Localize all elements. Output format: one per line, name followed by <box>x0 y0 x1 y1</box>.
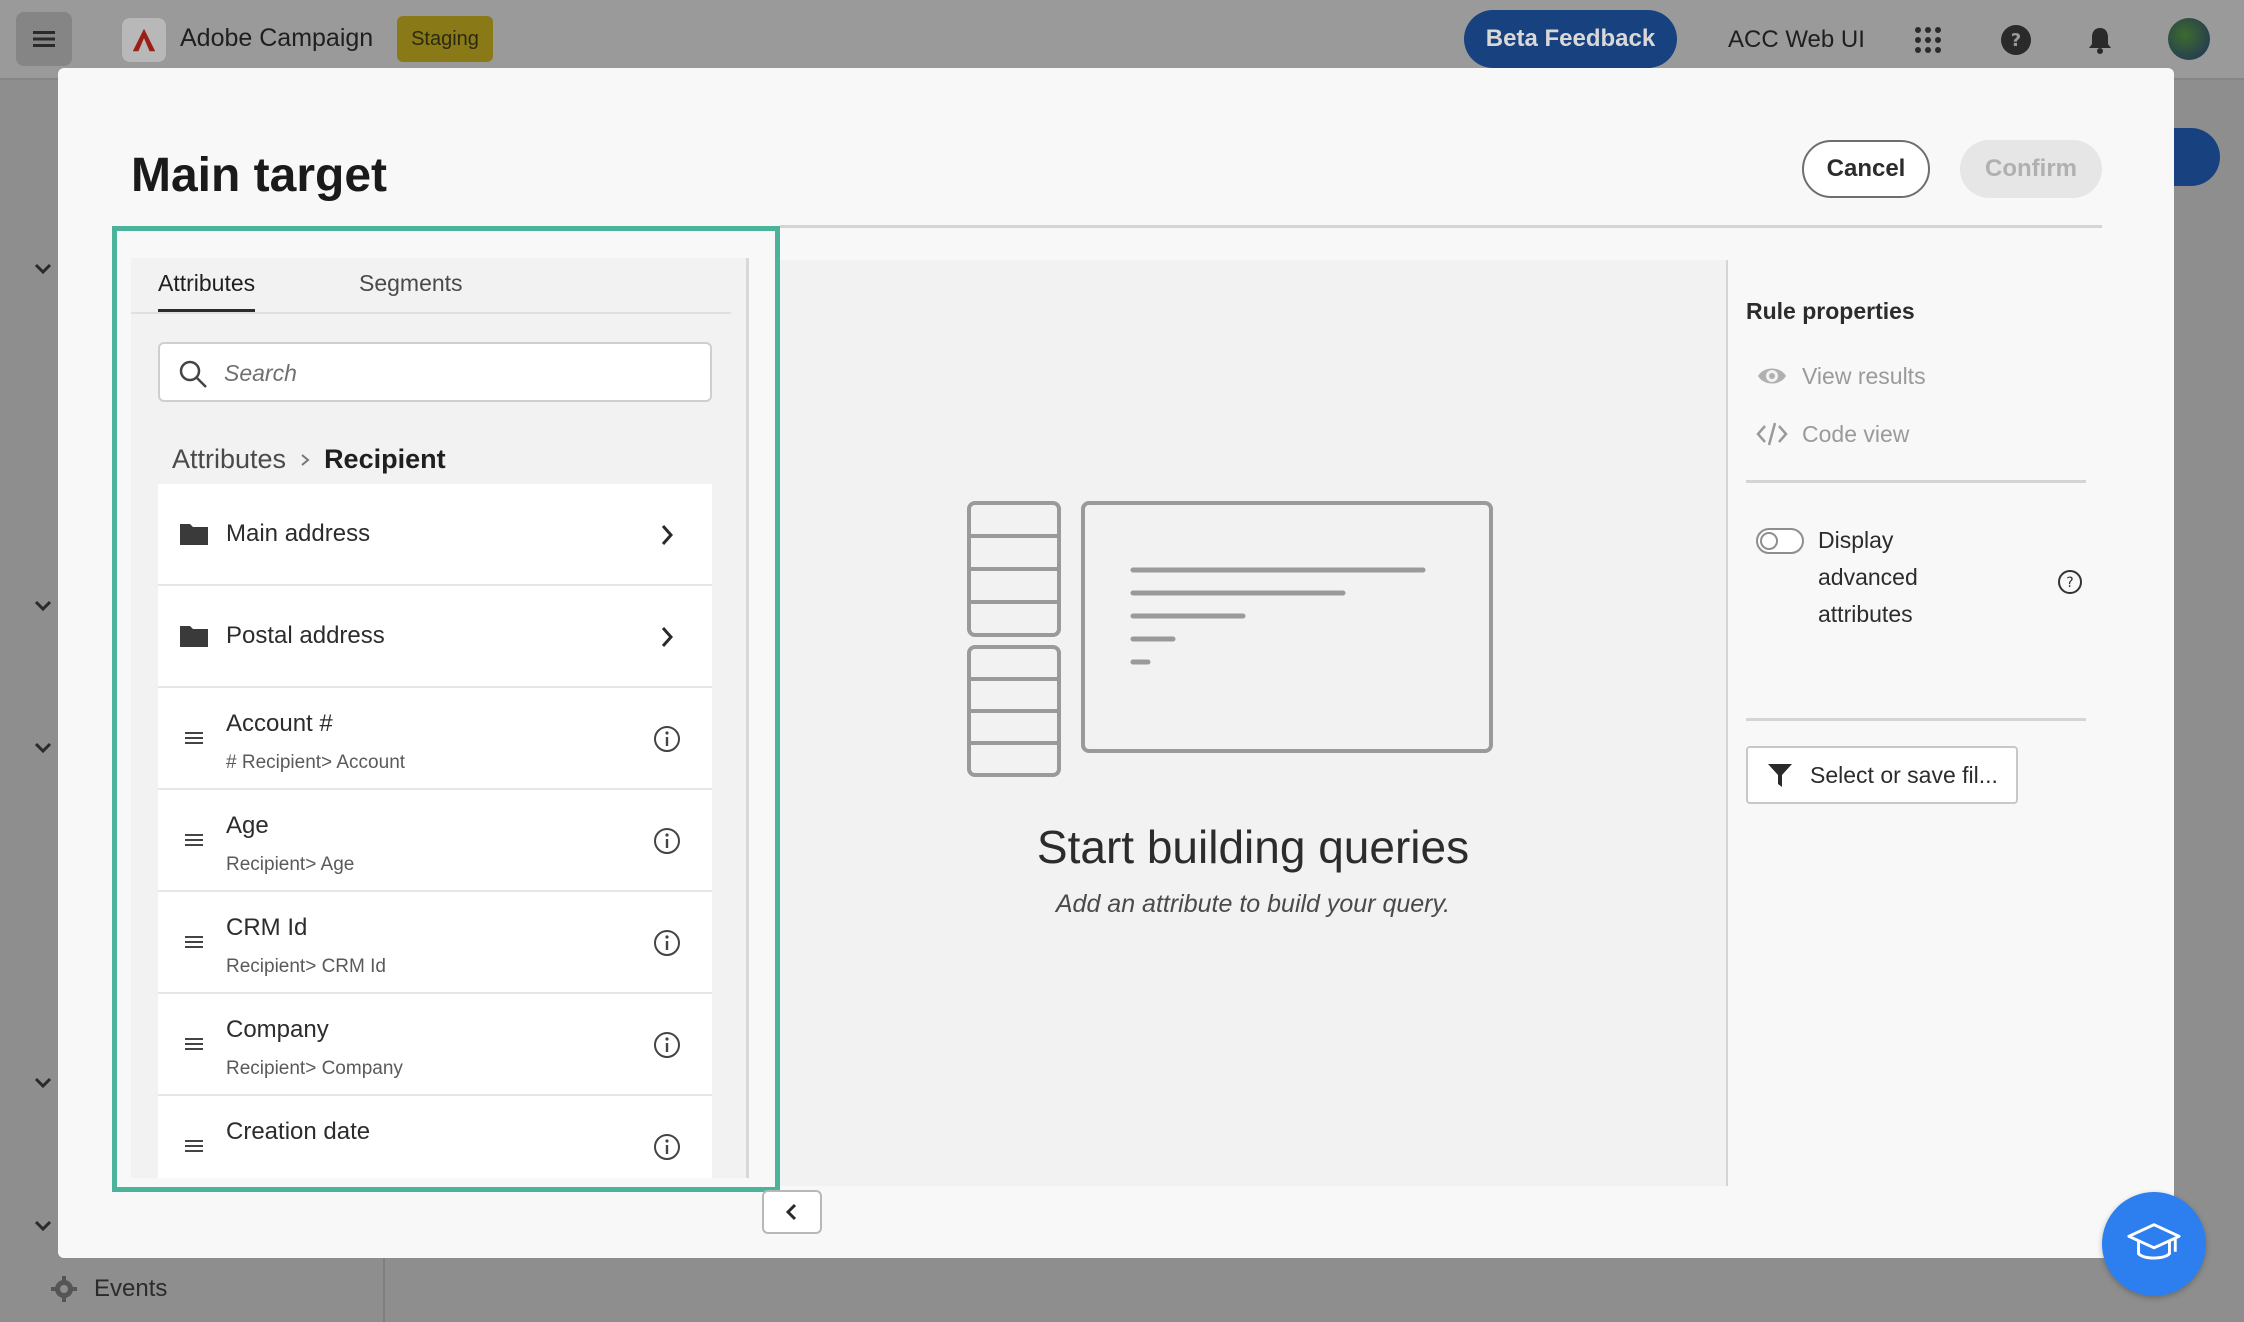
filter-icon <box>1768 764 1792 787</box>
graduation-cap-icon <box>2127 1223 2181 1260</box>
view-results-button[interactable]: View results <box>1756 362 1926 390</box>
divider <box>1746 480 2086 483</box>
chevron-down-icon[interactable] <box>32 1215 54 1237</box>
item-path: Recipient> Company <box>226 1058 403 1079</box>
drag-handle-icon[interactable] <box>178 722 210 754</box>
info-icon[interactable] <box>652 826 682 856</box>
empty-state-subtitle: Add an attribute to build your query. <box>1055 890 1451 918</box>
chevron-down-icon[interactable] <box>32 1072 54 1094</box>
code-view-label: Code view <box>1802 420 1910 447</box>
item-name: Company <box>226 1016 329 1043</box>
info-icon[interactable] <box>652 1132 682 1162</box>
toggle-label: Display advanced attributes <box>1818 527 1918 627</box>
code-icon <box>1756 422 1788 446</box>
main-target-dialog: Main target Cancel Confirm Attributes Se… <box>58 68 2174 1258</box>
help-icon[interactable]: ? <box>1996 20 2036 60</box>
sidebar-item-events[interactable]: Events <box>50 1275 167 1303</box>
cancel-button[interactable]: Cancel <box>1802 140 1930 198</box>
rule-properties-panel: Rule properties View results Code view D… <box>1726 260 2126 1186</box>
learning-help-button[interactable] <box>2102 1192 2206 1296</box>
notifications-bell-icon[interactable] <box>2080 20 2120 60</box>
empty-state-title: Start building queries <box>1036 821 1470 873</box>
info-icon[interactable] <box>652 928 682 958</box>
panel-title: Rule properties <box>1746 298 1915 324</box>
dialog-title: Main target <box>131 149 388 202</box>
svg-text:?: ? <box>2066 575 2073 591</box>
info-icon[interactable] <box>652 1030 682 1060</box>
svg-text:?: ? <box>2011 30 2021 51</box>
user-avatar[interactable] <box>2168 18 2210 60</box>
chevron-down-icon[interactable] <box>32 258 54 280</box>
panel-tabs: Attributes Segments <box>131 258 731 314</box>
code-view-button[interactable]: Code view <box>1756 420 1909 448</box>
divider <box>1746 718 2086 721</box>
drag-handle-icon[interactable] <box>178 1130 210 1162</box>
drag-handle-icon[interactable] <box>178 1028 210 1060</box>
chevron-down-icon[interactable] <box>32 737 54 759</box>
environment-badge: Staging <box>397 16 493 62</box>
eye-icon <box>1758 368 1786 384</box>
tab-segments[interactable]: Segments <box>359 270 463 309</box>
beta-feedback-button[interactable]: Beta Feedback <box>1464 10 1677 68</box>
hamburger-menu-icon[interactable] <box>16 12 72 66</box>
list-item[interactable]: Company Recipient> Company <box>158 994 712 1096</box>
item-name: CRM Id <box>226 914 308 941</box>
query-canvas: Start building queries Add an attribute … <box>780 260 1726 1186</box>
list-item[interactable]: Account # # Recipient> Account <box>158 688 712 790</box>
search-placeholder: Search <box>224 360 297 386</box>
item-name: Main address <box>226 520 371 547</box>
environment-label: ACC Web UI <box>1728 26 1865 53</box>
view-results-label: View results <box>1802 362 1926 389</box>
chevron-right-icon <box>301 453 310 466</box>
drag-handle-icon[interactable] <box>178 926 210 958</box>
list-item[interactable]: Postal address <box>158 586 712 688</box>
help-circle-icon[interactable]: ? <box>2056 568 2084 596</box>
attribute-list: Main address Postal address Account # # … <box>158 484 712 1178</box>
advanced-attributes-toggle[interactable] <box>1756 528 1804 554</box>
list-item[interactable]: Age Recipient> Age <box>158 790 712 892</box>
folder-icon <box>180 626 208 647</box>
item-path: Recipient> Age <box>226 854 355 875</box>
divider <box>780 225 2102 228</box>
chevron-left-icon <box>785 1203 797 1221</box>
chevron-down-icon[interactable] <box>32 595 54 617</box>
item-path: # Recipient> Account <box>226 752 406 773</box>
adobe-logo-icon[interactable] <box>122 18 166 62</box>
breadcrumb: Attributes Recipient <box>172 444 446 475</box>
attributes-panel: Attributes Segments Search Attributes Re… <box>131 258 749 1178</box>
info-icon[interactable] <box>652 724 682 754</box>
brand-name[interactable]: Adobe Campaign <box>180 24 373 53</box>
list-item[interactable]: Main address <box>158 484 712 586</box>
item-name: Account # <box>226 710 333 737</box>
list-item[interactable]: Creation date <box>158 1096 712 1178</box>
list-item[interactable]: CRM Id Recipient> CRM Id <box>158 892 712 994</box>
search-input[interactable]: Search <box>158 342 712 402</box>
filter-button-label: Select or save fil... <box>1810 761 1998 788</box>
sidebar-item-label: Events <box>94 1275 168 1302</box>
breadcrumb-root[interactable]: Attributes <box>172 444 286 475</box>
apps-grid-icon[interactable] <box>1908 20 1948 60</box>
collapse-panel-button[interactable] <box>762 1190 822 1234</box>
drag-handle-icon[interactable] <box>178 824 210 856</box>
gear-icon <box>51 1276 77 1302</box>
breadcrumb-current: Recipient <box>324 444 446 474</box>
item-path: Recipient> CRM Id <box>226 956 386 977</box>
select-filter-button[interactable]: Select or save fil... <box>1746 746 2018 804</box>
tab-attributes[interactable]: Attributes <box>158 270 256 312</box>
item-name: Postal address <box>226 622 385 649</box>
chevron-right-icon <box>661 525 674 545</box>
item-name: Creation date <box>226 1118 371 1145</box>
chevron-right-icon <box>661 627 674 647</box>
item-name: Age <box>226 812 269 839</box>
folder-icon <box>180 524 208 545</box>
confirm-button[interactable]: Confirm <box>1960 140 2102 198</box>
empty-state-illustration <box>967 501 1493 777</box>
search-icon <box>179 360 207 388</box>
